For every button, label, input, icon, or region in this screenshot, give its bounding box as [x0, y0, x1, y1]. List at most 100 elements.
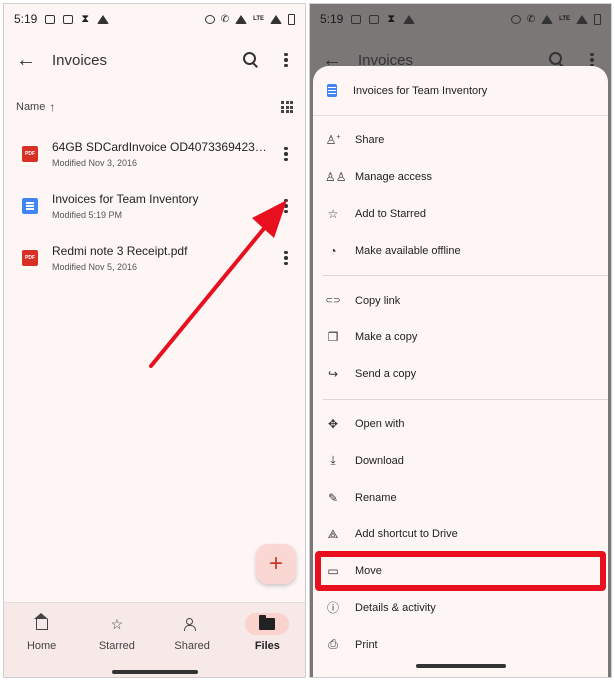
left-screen: 5:19 ⧗ ✆ LTE ← Invoices Name ↑ PDF 64GB … [3, 3, 306, 678]
file-name: Redmi note 3 Receipt.pdf [52, 244, 188, 258]
star-icon: ☆ [110, 615, 124, 632]
sort-label[interactable]: Name [16, 101, 45, 113]
send-icon: ↪ [327, 367, 339, 382]
drive-icon [403, 14, 416, 24]
copy-icon: ❐ [327, 330, 339, 345]
menu-label: Share [355, 134, 385, 147]
download-icon: ⤓ [330, 453, 336, 468]
person-add-icon: ♙+ [325, 133, 341, 148]
people-icon [184, 618, 200, 631]
menu-label: Send a copy [355, 368, 417, 381]
more-options-icon[interactable] [279, 52, 293, 68]
status-bar: 5:19 ⧗ ✆ LTE [4, 4, 305, 34]
menu-manage-access[interactable]: ♙♙ Manage access [313, 159, 608, 196]
nav-starred[interactable]: ☆ Starred [79, 613, 154, 661]
hourglass-icon: ⧗ [387, 12, 396, 25]
signal-icon [270, 14, 282, 24]
wifi-call-icon: ✆ [220, 13, 230, 25]
nav-label: Shared [174, 640, 210, 652]
file-item-sdcard-invoice[interactable]: PDF 64GB SDCardInvoice OD40733694235... … [4, 128, 305, 180]
file-actions-sheet: Invoices for Team Inventory ♙+ Share ♙♙ … [313, 66, 608, 677]
docs-icon [327, 84, 337, 97]
open-with-icon: ✥ [327, 416, 339, 431]
status-time: 5:19 [320, 12, 344, 26]
lte-label: LTE [559, 16, 570, 22]
file-item-redmi-receipt[interactable]: PDF Redmi note 3 Receipt.pdf Modified No… [4, 232, 305, 284]
sort-row: Name ↑ [4, 96, 305, 118]
file-name: 64GB SDCardInvoice OD40733694235... [52, 140, 270, 154]
pdf-icon: PDF [22, 146, 38, 162]
add-shortcut-icon: ⟁ [327, 526, 339, 541]
menu-send-copy[interactable]: ↪ Send a copy [313, 356, 608, 393]
link-icon: ⊂⊃ [325, 295, 341, 306]
menu-rename[interactable]: ✎ Rename [313, 479, 608, 516]
battery-icon [594, 13, 601, 25]
file-list: PDF 64GB SDCardInvoice OD40733694235... … [4, 128, 305, 284]
menu-label: Make a copy [355, 331, 418, 344]
menu-group-actions: ✥ Open with ⤓ Download ✎ Rename ⟁ Add sh… [313, 400, 608, 670]
menu-label: Manage access [355, 171, 433, 184]
nav-label: Files [254, 640, 280, 652]
new-file-button[interactable]: + [256, 544, 296, 584]
people-icon: ♙♙ [325, 170, 347, 185]
message-icon [63, 14, 74, 24]
menu-download[interactable]: ⤓ Download [313, 442, 608, 479]
menu-make-copy[interactable]: ❐ Make a copy [313, 319, 608, 356]
print-icon: ⎙ [328, 637, 338, 652]
file-name: Invoices for Team Inventory [52, 192, 199, 206]
nav-label: Starred [98, 640, 135, 652]
menu-label: Add shortcut to Drive [355, 528, 458, 541]
menu-open-with[interactable]: ✥ Open with [313, 406, 608, 443]
menu-details-activity[interactable]: ⓘ Details & activity [313, 590, 608, 627]
edit-icon: ✎ [327, 490, 339, 505]
hourglass-icon: ⧗ [81, 12, 90, 25]
info-icon: ⓘ [326, 601, 339, 616]
nav-files[interactable]: Files [230, 613, 305, 661]
file-modified: Modified 5:19 PM [52, 210, 123, 220]
alarm-icon [510, 14, 521, 24]
menu-label: Download [355, 454, 404, 467]
back-arrow-icon[interactable]: ← [16, 49, 42, 72]
message-icon [369, 14, 380, 24]
search-icon[interactable] [241, 50, 261, 70]
menu-label: Copy link [355, 294, 401, 307]
folder-icon [259, 615, 276, 630]
nav-home[interactable]: Home [4, 612, 79, 661]
right-screen: 5:19 ⧗ ✆ LTE ← Invoices Invoices for Tea… [309, 3, 612, 678]
file-more-icon[interactable] [279, 250, 293, 266]
file-more-icon[interactable] [279, 198, 293, 214]
signal-icon [576, 14, 588, 24]
file-more-icon[interactable] [279, 146, 293, 162]
pdf-icon: PDF [22, 250, 38, 266]
lte-label: LTE [253, 16, 264, 22]
drive-icon [97, 14, 110, 24]
gesture-bar [415, 664, 506, 668]
grid-view-icon[interactable] [281, 101, 293, 113]
move-highlight-box [315, 550, 606, 591]
menu-copy-link[interactable]: ⊂⊃ Copy link [313, 282, 608, 319]
menu-share[interactable]: ♙+ Share [313, 122, 608, 159]
menu-add-starred[interactable]: ☆ Add to Starred [313, 196, 608, 233]
status-bar: 5:19 ⧗ ✆ LTE [310, 4, 611, 34]
menu-group-share: ♙+ Share ♙♙ Manage access ☆ Add to Starr… [313, 116, 608, 275]
page-title: Invoices [52, 51, 108, 69]
menu-label: Make available offline [355, 244, 461, 257]
file-modified: Modified Nov 3, 2016 [52, 158, 138, 168]
nav-shared[interactable]: Shared [155, 613, 230, 661]
sheet-header: Invoices for Team Inventory [313, 66, 608, 116]
menu-print[interactable]: ⎙ Print [313, 626, 608, 663]
menu-label: Rename [355, 491, 397, 504]
menu-label: Open with [355, 417, 405, 430]
menu-label: Details & activity [355, 601, 436, 614]
menu-add-shortcut[interactable]: ⟁ Add shortcut to Drive [313, 516, 608, 553]
wifi-call-icon: ✆ [526, 13, 536, 25]
gesture-bar [111, 670, 198, 674]
sort-direction-icon[interactable]: ↑ [49, 100, 55, 114]
star-icon: ☆ [327, 206, 339, 221]
wifi-icon [235, 14, 248, 24]
wifi-icon [541, 14, 554, 24]
menu-available-offline[interactable]: ◔ Make available offline [313, 232, 608, 269]
file-item-team-inventory[interactable]: Invoices for Team Inventory Modified 5:1… [4, 180, 305, 232]
menu-label: Print [355, 638, 378, 651]
menu-label: Add to Starred [355, 207, 426, 220]
